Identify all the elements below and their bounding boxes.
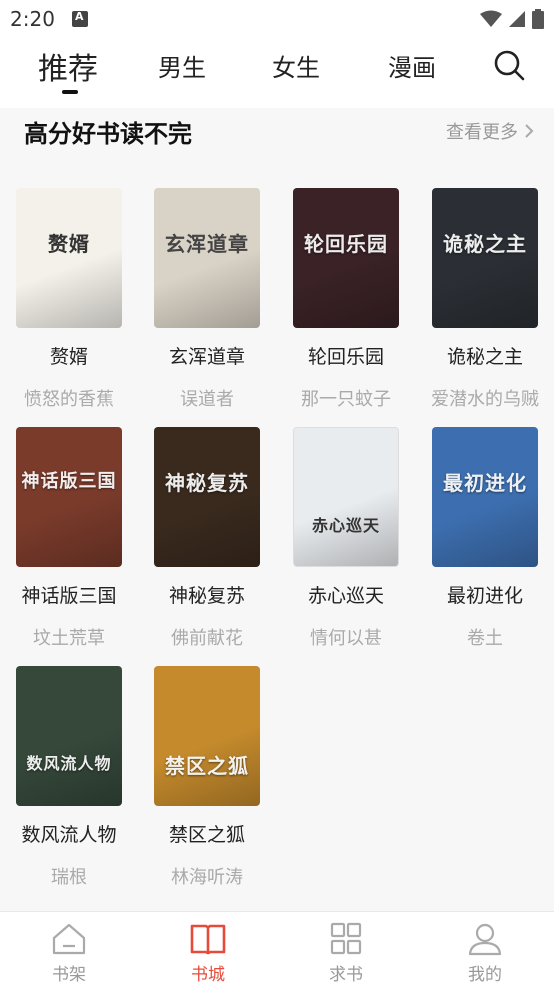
bottom-nav: 书架 书城 求书 我的 <box>0 911 554 985</box>
status-indicators <box>480 9 544 29</box>
book-title: 神话版三国 <box>21 585 117 607</box>
book-item[interactable]: 最初进化 最初进化 卷土 <box>416 427 554 650</box>
cover-title: 轮回乐园 <box>304 232 388 256</box>
book-author: 佛前献花 <box>171 628 243 649</box>
book-title: 数风流人物 <box>21 824 117 846</box>
section-title: 高分好书读不完 <box>24 120 192 148</box>
bottom-nav-label: 书城 <box>191 965 225 985</box>
book-author: 爱潜水的乌贼 <box>431 389 539 410</box>
section-header: 高分好书读不完 查看更多 <box>0 108 554 152</box>
book-item[interactable]: 数风流人物 数风流人物 瑞根 <box>0 666 138 889</box>
book-cover[interactable]: 禁区之狐 <box>154 666 260 806</box>
cover-title: 最初进化 <box>443 471 527 495</box>
book-cover[interactable]: 赤心巡天 <box>293 427 399 567</box>
user-icon <box>468 923 502 956</box>
book-title: 赘婿 <box>49 346 88 368</box>
book-cover[interactable]: 神秘复苏 <box>154 427 260 567</box>
signal-icon <box>509 11 525 27</box>
cover-title: 神秘复苏 <box>165 471 249 495</box>
top-tab-bar: 推荐 男生 女生 漫画 <box>0 40 554 108</box>
book-author: 情何以甚 <box>310 628 382 649</box>
book-title: 轮回乐园 <box>307 346 384 368</box>
cover-title: 神话版三国 <box>21 471 117 492</box>
cover-title: 玄浑道章 <box>165 232 249 256</box>
book-title: 最初进化 <box>446 585 523 607</box>
status-bar: 2:20 <box>0 0 554 40</box>
book-cover[interactable]: 玄浑道章 <box>154 188 260 328</box>
cover-title: 诡秘之主 <box>443 232 527 256</box>
book-title: 赤心巡天 <box>307 585 384 607</box>
book-cover[interactable]: 赘婿 <box>16 188 122 328</box>
bottom-nav-request[interactable]: 求书 <box>306 922 386 985</box>
wifi-icon <box>480 10 502 27</box>
cover-title: 数风流人物 <box>26 754 112 773</box>
book-item[interactable]: 玄浑道章 玄浑道章 误道者 <box>138 188 276 411</box>
book-author: 坟土荒草 <box>33 628 105 649</box>
book-title: 诡秘之主 <box>446 346 523 368</box>
book-item[interactable]: 赤心巡天 赤心巡天 情何以甚 <box>277 427 415 650</box>
book-item[interactable]: 神话版三国 神话版三国 坟土荒草 <box>0 427 138 650</box>
grid-icon <box>330 922 362 955</box>
book-cover[interactable]: 神话版三国 <box>16 427 122 567</box>
book-item[interactable]: 神秘复苏 神秘复苏 佛前献花 <box>138 427 276 650</box>
tab-male[interactable]: 男生 <box>158 48 206 83</box>
book-item[interactable]: 赘婿 赘婿 愤怒的香蕉 <box>0 188 138 411</box>
book-author: 瑞根 <box>51 867 87 888</box>
book-item[interactable]: 诡秘之主 诡秘之主 爱潜水的乌贼 <box>416 188 554 411</box>
cover-title: 赤心巡天 <box>311 516 380 535</box>
book-cover[interactable]: 轮回乐园 <box>293 188 399 328</box>
tab-female[interactable]: 女生 <box>272 48 320 83</box>
cover-title: 赘婿 <box>48 232 90 256</box>
tab-comic[interactable]: 漫画 <box>388 48 436 83</box>
book-section: 高分好书读不完 查看更多 赘婿 赘婿 愤怒的香蕉 玄浑道章 玄浑道章 误道者 轮… <box>0 108 554 911</box>
book-title: 玄浑道章 <box>168 346 245 368</box>
book-author: 林海听涛 <box>171 867 243 888</box>
book-author: 愤怒的香蕉 <box>24 389 114 410</box>
book-cover[interactable]: 诡秘之主 <box>432 188 538 328</box>
book-item[interactable]: 禁区之狐 禁区之狐 林海听涛 <box>138 666 276 889</box>
bottom-nav-label: 求书 <box>329 965 363 985</box>
bottom-nav-bookstore[interactable]: 书城 <box>168 922 248 985</box>
bottom-nav-mine[interactable]: 我的 <box>445 922 525 985</box>
book-author: 那一只蚊子 <box>301 389 391 410</box>
book-author: 误道者 <box>180 389 234 410</box>
view-more-label: 查看更多 <box>446 122 518 143</box>
book-author: 卷土 <box>467 628 503 649</box>
battery-icon <box>532 9 544 29</box>
status-time: 2:20 <box>10 7 55 31</box>
active-tab-indicator <box>62 90 78 94</box>
cover-title: 禁区之狐 <box>165 754 249 778</box>
bottom-nav-bookshelf[interactable]: 书架 <box>29 922 109 985</box>
chevron-right-icon <box>525 124 534 138</box>
tab-recommend[interactable]: 推荐 <box>38 44 98 88</box>
view-more-link[interactable]: 查看更多 <box>446 118 534 144</box>
book-cover[interactable]: 最初进化 <box>432 427 538 567</box>
notification-icon <box>72 10 88 27</box>
home-icon <box>52 923 86 955</box>
app-screen: 2:20 推荐 男生 女生 漫画 高分好书读不完 查看更多 <box>0 0 554 985</box>
book-title: 神秘复苏 <box>168 585 245 607</box>
book-cover[interactable]: 数风流人物 <box>16 666 122 806</box>
book-item[interactable]: 轮回乐园 轮回乐园 那一只蚊子 <box>277 188 415 411</box>
search-icon[interactable] <box>492 48 526 82</box>
book-icon <box>190 924 226 955</box>
bottom-nav-label: 书架 <box>52 965 86 985</box>
book-title: 禁区之狐 <box>168 824 245 846</box>
bottom-nav-label: 我的 <box>468 965 502 985</box>
